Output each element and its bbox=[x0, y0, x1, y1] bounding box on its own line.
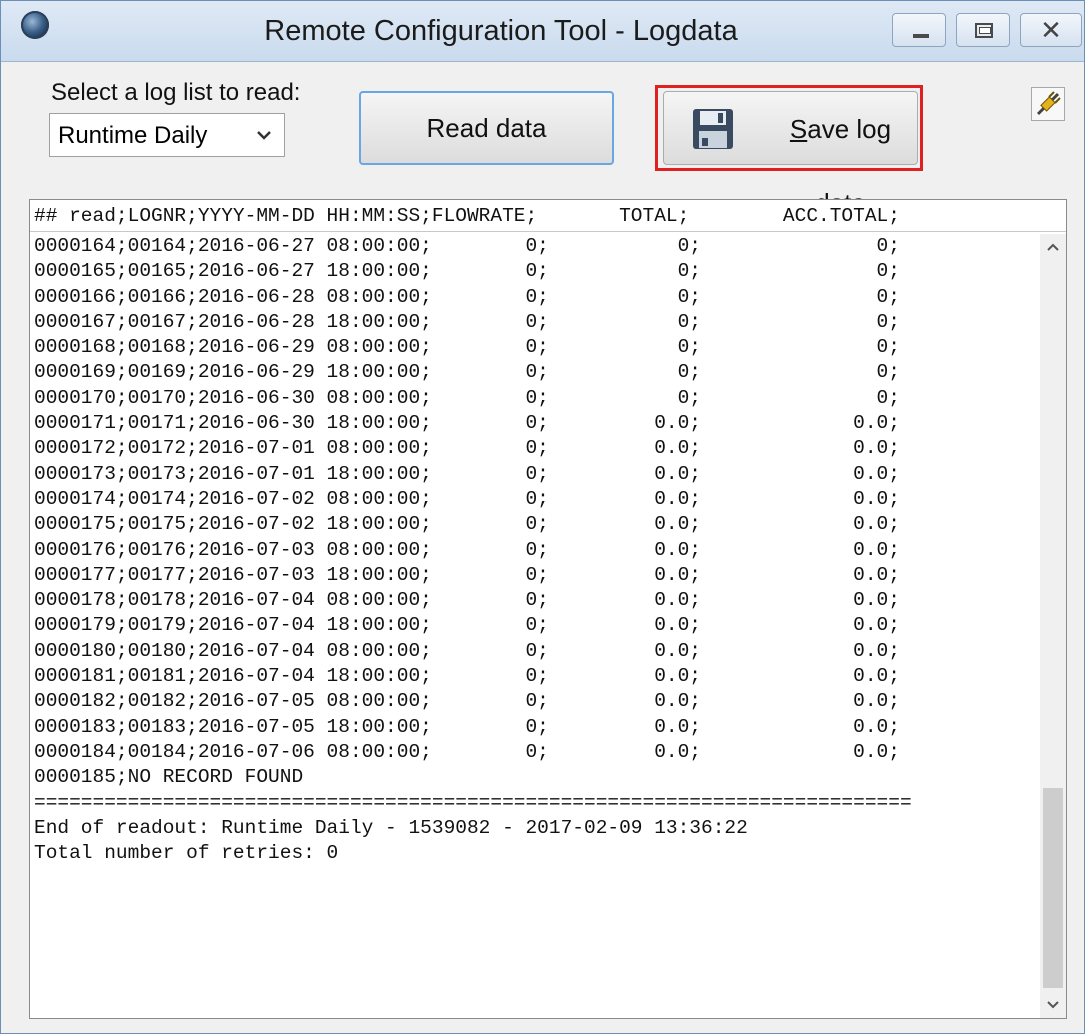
maximize-icon bbox=[975, 23, 993, 38]
logdata-window: Remote Configuration Tool - Logdata ✕ Se… bbox=[0, 0, 1085, 1034]
scroll-up-arrow-icon[interactable] bbox=[1040, 234, 1066, 260]
log-line: 0000168;00168;2016-06-29 08:00:00; 0; 0;… bbox=[34, 336, 900, 359]
log-text-area[interactable]: 0000164;00164;2016-06-27 08:00:00; 0; 0;… bbox=[30, 234, 1040, 1018]
minimize-icon bbox=[913, 34, 929, 38]
log-line: 0000183;00183;2016-07-05 18:00:00; 0; 0.… bbox=[34, 715, 900, 738]
log-line: 0000171;00171;2016-06-30 18:00:00; 0; 0.… bbox=[34, 412, 900, 435]
log-line: 0000172;00172;2016-07-01 08:00:00; 0; 0.… bbox=[34, 437, 900, 460]
read-data-button[interactable]: Read data bbox=[359, 91, 614, 165]
log-line: End of readout: Runtime Daily - 1539082 … bbox=[34, 816, 748, 839]
log-line: 0000181;00181;2016-07-04 18:00:00; 0; 0.… bbox=[34, 665, 900, 688]
log-line: 0000185;NO RECORD FOUND bbox=[34, 766, 304, 789]
window-title: Remote Configuration Tool - Logdata bbox=[264, 15, 738, 47]
chevron-down-icon bbox=[257, 131, 271, 140]
log-column-header: ## read;LOGNR;YYYY-MM-DD HH:MM:SS;FLOWRA… bbox=[30, 200, 1066, 232]
log-list-selected-value: Runtime Daily bbox=[58, 122, 208, 149]
log-line: 0000174;00174;2016-07-02 08:00:00; 0; 0.… bbox=[34, 487, 900, 510]
save-log-data-button[interactable]: Save log data bbox=[663, 91, 918, 218]
title-bar[interactable]: Remote Configuration Tool - Logdata ✕ bbox=[1, 1, 1084, 62]
maximize-button[interactable] bbox=[956, 13, 1010, 47]
log-line: 0000166;00166;2016-06-28 08:00:00; 0; 0;… bbox=[34, 285, 900, 308]
floppy-disk-icon bbox=[693, 109, 733, 149]
log-line: 0000182;00182;2016-07-05 08:00:00; 0; 0.… bbox=[34, 690, 900, 713]
log-line: 0000176;00176;2016-07-03 08:00:00; 0; 0.… bbox=[34, 538, 900, 561]
log-line: 0000179;00179;2016-07-04 18:00:00; 0; 0.… bbox=[34, 614, 900, 637]
log-line: 0000164;00164;2016-06-27 08:00:00; 0; 0;… bbox=[34, 235, 900, 257]
log-list-label: Select a log list to read: bbox=[51, 79, 301, 106]
log-line: 0000177;00177;2016-07-03 18:00:00; 0; 0.… bbox=[34, 563, 900, 586]
close-icon: ✕ bbox=[1040, 15, 1062, 45]
log-line: 0000170;00170;2016-06-30 08:00:00; 0; 0;… bbox=[34, 386, 900, 409]
log-output-panel[interactable]: ## read;LOGNR;YYYY-MM-DD HH:MM:SS;FLOWRA… bbox=[29, 199, 1067, 1019]
log-list-select[interactable]: Runtime Daily bbox=[49, 113, 285, 157]
scrollbar-thumb[interactable] bbox=[1043, 788, 1063, 988]
log-line: ========================================… bbox=[34, 791, 912, 814]
close-button[interactable]: ✕ bbox=[1020, 13, 1082, 47]
plug-connector-icon[interactable] bbox=[1031, 87, 1065, 121]
minimize-button[interactable] bbox=[892, 13, 946, 47]
vertical-scrollbar[interactable] bbox=[1040, 234, 1066, 1018]
log-line: 0000173;00173;2016-07-01 18:00:00; 0; 0.… bbox=[34, 462, 900, 485]
plug-connector-glyph bbox=[1036, 91, 1061, 116]
log-line: 0000180;00180;2016-07-04 08:00:00; 0; 0.… bbox=[34, 639, 900, 662]
log-line: 0000169;00169;2016-06-29 18:00:00; 0; 0;… bbox=[34, 361, 900, 384]
log-line: 0000165;00165;2016-06-27 18:00:00; 0; 0;… bbox=[34, 260, 900, 283]
log-line: 0000167;00167;2016-06-28 18:00:00; 0; 0;… bbox=[34, 310, 900, 333]
log-line: 0000184;00184;2016-07-06 08:00:00; 0; 0.… bbox=[34, 740, 900, 763]
log-line: 0000178;00178;2016-07-04 08:00:00; 0; 0.… bbox=[34, 589, 900, 612]
log-line: Total number of retries: 0 bbox=[34, 842, 339, 865]
scroll-down-arrow-icon[interactable] bbox=[1040, 992, 1066, 1018]
log-line: 0000175;00175;2016-07-02 18:00:00; 0; 0.… bbox=[34, 513, 900, 536]
